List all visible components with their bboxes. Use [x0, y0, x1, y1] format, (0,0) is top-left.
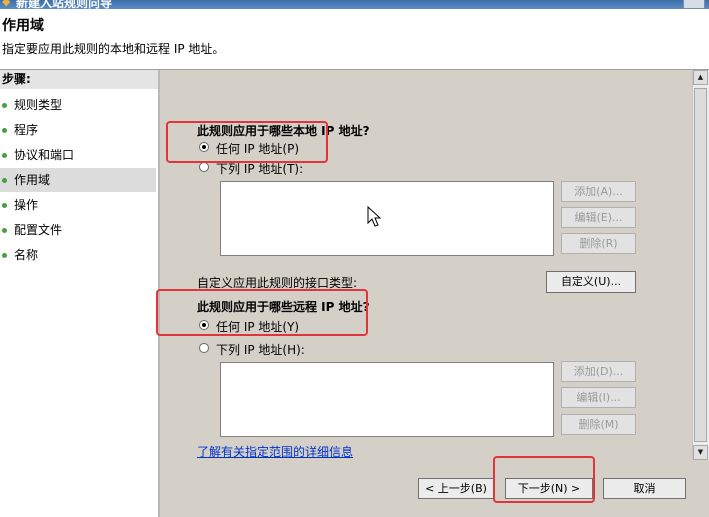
local-these-ip-radio[interactable] [199, 162, 209, 172]
step-scope[interactable]: 作用域 [0, 168, 156, 192]
step-protocol-ports[interactable]: 协议和端口 [0, 143, 156, 167]
step-name[interactable]: 名称 [0, 243, 156, 267]
step-label: 程序 [14, 123, 39, 137]
scroll-up-icon[interactable]: ▲ [693, 70, 708, 85]
step-label: 名称 [14, 248, 39, 262]
step-profile[interactable]: 配置文件 [0, 218, 156, 242]
step-bullet-icon [2, 203, 7, 208]
window-title: 新建入站规则向导 [16, 0, 113, 9]
learn-more-link[interactable]: 了解有关指定范围的详细信息 [197, 443, 353, 460]
step-label: 操作 [14, 198, 39, 212]
close-button[interactable] [683, 0, 705, 9]
step-bullet-icon [2, 153, 7, 158]
step-bullet-icon [2, 128, 7, 133]
remote-add-button[interactable]: 添加(D)... [561, 361, 636, 382]
local-edit-button[interactable]: 编辑(E)... [561, 207, 636, 228]
local-any-ip-label[interactable]: 任何 IP 地址(P) [216, 140, 299, 157]
step-label: 规则类型 [14, 98, 63, 112]
remote-ip-list[interactable] [220, 362, 554, 437]
wizard-app-icon: ◆ [2, 0, 11, 8]
wizard-header: 作用域 指定要应用此规则的本地和远程 IP 地址。 [0, 9, 709, 69]
step-label: 作用域 [14, 173, 51, 187]
local-any-ip-radio[interactable] [199, 142, 209, 152]
step-bullet-icon [2, 178, 7, 183]
local-ip-question: 此规则应用于哪些本地 IP 地址? [197, 124, 370, 138]
step-action[interactable]: 操作 [0, 193, 156, 217]
window-titlebar: ◆ 新建入站规则向导 [0, 0, 709, 9]
remote-edit-button[interactable]: 编辑(I)... [561, 387, 636, 408]
remote-any-ip-label[interactable]: 任何 IP 地址(Y) [216, 318, 299, 335]
step-rule-type[interactable]: 规则类型 [0, 93, 156, 117]
remote-these-ip-label[interactable]: 下列 IP 地址(H): [216, 341, 305, 358]
local-these-ip-label[interactable]: 下列 IP 地址(T): [216, 160, 303, 177]
mouse-pointer-icon [367, 206, 382, 227]
step-program[interactable]: 程序 [0, 118, 156, 142]
step-bullet-icon [2, 228, 7, 233]
remote-these-ip-radio[interactable] [199, 343, 209, 353]
local-add-button[interactable]: 添加(A)... [561, 181, 636, 202]
remote-remove-button[interactable]: 删除(M) [561, 414, 636, 435]
page-title: 作用域 [2, 18, 44, 34]
remote-any-ip-radio[interactable] [199, 320, 209, 330]
step-label: 配置文件 [14, 223, 63, 237]
vertical-scrollbar[interactable]: ▲ ▼ [692, 70, 709, 460]
steps-title: 步骤: [0, 70, 158, 89]
step-bullet-icon [2, 103, 7, 108]
interface-types-label: 自定义应用此规则的接口类型: [197, 276, 358, 290]
next-button[interactable]: 下一步(N) > [505, 478, 593, 499]
local-remove-button[interactable]: 删除(R) [561, 233, 636, 254]
page-subtitle: 指定要应用此规则的本地和远程 IP 地址。 [2, 42, 225, 56]
scope-content: 此规则应用于哪些本地 IP 地址? 任何 IP 地址(P) 下列 IP 地址(T… [160, 70, 709, 517]
steps-panel: 步骤: 规则类型 程序 协议和端口 作用域 操作 配置文件 名称 [0, 70, 158, 517]
scroll-down-icon[interactable]: ▼ [693, 445, 708, 460]
step-label: 协议和端口 [14, 148, 75, 162]
cancel-button[interactable]: 取消 [603, 478, 686, 499]
scroll-thumb[interactable] [694, 88, 707, 442]
back-button[interactable]: < 上一步(B) [418, 478, 494, 499]
remote-ip-question: 此规则应用于哪些远程 IP 地址? [197, 300, 370, 314]
customize-interface-button[interactable]: 自定义(U)... [546, 271, 636, 293]
local-ip-list[interactable] [220, 181, 554, 256]
step-bullet-icon [2, 253, 7, 258]
